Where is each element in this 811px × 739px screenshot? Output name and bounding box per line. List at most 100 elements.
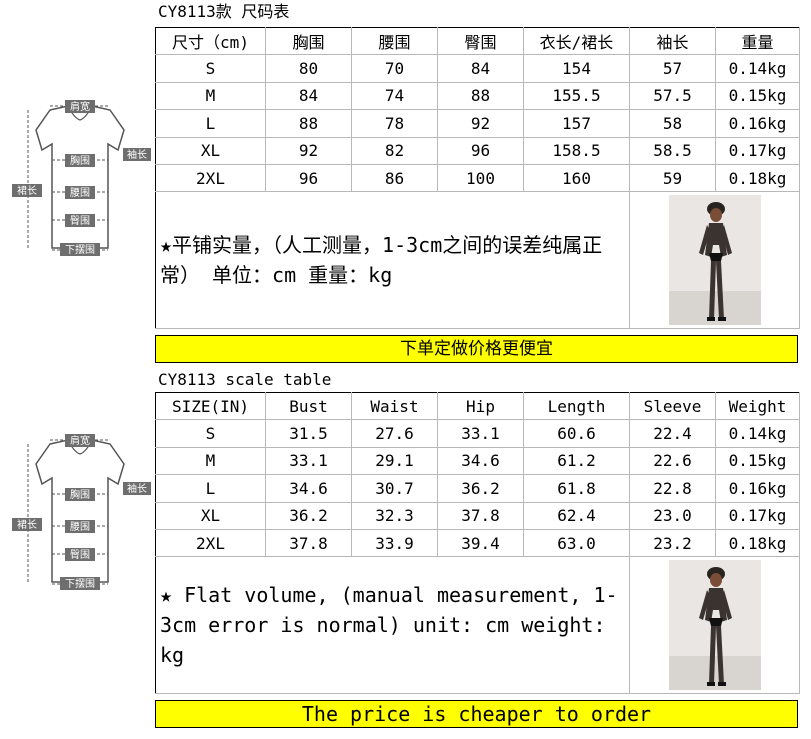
cell-waist: 33.9 [351,528,438,558]
cell-bust: 96 [265,163,352,193]
cell-waist: 32.3 [351,501,438,530]
cell-bust: 33.1 [265,446,352,476]
hem-label: 下摆围 [65,577,95,590]
chart-title-cn: CY8113款 尺码表 [158,2,290,21]
header-sleeve: 袖长 [629,26,716,56]
sleeve-label: 袖长 [127,148,147,161]
header-sleeve: Sleeve [629,391,716,421]
cell-weight: 0.15kg [715,81,800,111]
cell-bust: 36.2 [265,501,352,530]
cell-size: XL [155,136,266,165]
cell-weight: 0.15kg [715,446,800,476]
length-label: 裙长 [17,518,37,531]
dress-diagram-svg: 肩宽 袖长 胸围 裙长 腰围 臀围 下摆围 [12,100,151,256]
table-row: S 80 70 84 154 57 0.14kg [155,54,800,83]
cell-waist: 74 [351,81,438,111]
size-table-cn: 尺寸（cm) 胸围 腰围 臀围 衣长/裙长 袖长 重量 S 80 70 84 1… [155,26,800,330]
header-weight: Weight [715,391,800,421]
size-chart-en: CY8113 scale table 肩宽 袖长 胸围 裙长 腰围 臀围 下摆围 [0,368,811,739]
cell-sleeve: 59 [629,163,716,193]
header-bust: Bust [265,391,352,421]
note-row: ★ Flat volume, (manual measurement, 1-3c… [155,556,800,695]
sleeve-label: 袖长 [127,482,147,495]
order-banner: The price is cheaper to order [155,700,798,728]
size-table-en: SIZE(IN) Bust Waist Hip Length Sleeve We… [155,391,800,695]
cell-size: L [155,109,266,138]
cell-waist: 29.1 [351,446,438,476]
measurement-note: ★ Flat volume, (manual measurement, 1-3c… [155,556,630,695]
header-hip: Hip [437,391,524,421]
cell-sleeve: 58 [629,109,716,138]
cell-bust: 37.8 [265,528,352,558]
cell-hip: 100 [437,163,524,193]
cell-size: 2XL [155,163,266,193]
cell-waist: 78 [351,109,438,138]
cell-bust: 92 [265,136,352,165]
cell-hip: 36.2 [437,474,524,503]
cell-weight: 0.18kg [715,528,800,558]
header-waist: 腰围 [351,26,438,56]
cell-weight: 0.14kg [715,419,800,448]
cell-length: 155.5 [523,81,630,111]
cell-hip: 37.8 [437,501,524,530]
cell-hip: 33.1 [437,419,524,448]
table-row: S 31.5 27.6 33.1 60.6 22.4 0.14kg [155,419,800,448]
note-row: ★平铺实量，（人工测量，1-3cm之间的误差纯属正常） 单位：cm 重量：kg [155,191,800,330]
cell-sleeve: 22.8 [629,474,716,503]
shoulder-label: 肩宽 [70,100,90,113]
model-photo-cell [629,191,800,330]
cell-waist: 82 [351,136,438,165]
cell-length: 62.4 [523,501,630,530]
table-row: M 33.1 29.1 34.6 61.2 22.6 0.15kg [155,446,800,476]
header-weight: 重量 [715,26,800,56]
model-photo-icon [668,195,761,326]
cell-hip: 39.4 [437,528,524,558]
dress-diagram-svg: 肩宽 袖长 胸围 裙长 腰围 臀围 下摆围 [12,434,151,590]
table-row: 2XL 96 86 100 160 59 0.18kg [155,163,800,193]
header-waist: Waist [351,391,438,421]
cell-size: S [155,419,266,448]
cell-size: L [155,474,266,503]
cell-bust: 80 [265,54,352,83]
table-header-row: SIZE(IN) Bust Waist Hip Length Sleeve We… [155,391,800,421]
cell-weight: 0.17kg [715,136,800,165]
header-bust: 胸围 [265,26,352,56]
cell-waist: 86 [351,163,438,193]
cell-sleeve: 57 [629,54,716,83]
cell-hip: 88 [437,81,524,111]
waist-label: 腰围 [70,187,90,199]
cell-length: 157 [523,109,630,138]
measurement-note: ★平铺实量，（人工测量，1-3cm之间的误差纯属正常） 单位：cm 重量：kg [155,191,630,330]
cell-waist: 70 [351,54,438,83]
table-row: XL 92 82 96 158.5 58.5 0.17kg [155,136,800,165]
cell-length: 63.0 [523,528,630,558]
cell-size: M [155,446,266,476]
cell-length: 60.6 [523,419,630,448]
bust-label: 胸围 [70,488,90,501]
cell-bust: 34.6 [265,474,352,503]
cell-weight: 0.17kg [715,501,800,530]
hem-label: 下摆围 [65,243,95,256]
table-header-row: 尺寸（cm) 胸围 腰围 臀围 衣长/裙长 袖长 重量 [155,26,800,56]
cell-size: M [155,81,266,111]
header-size: SIZE(IN) [155,391,266,421]
cell-bust: 31.5 [265,419,352,448]
cell-sleeve: 22.6 [629,446,716,476]
cell-waist: 27.6 [351,419,438,448]
cell-sleeve: 58.5 [629,136,716,165]
cell-size: XL [155,501,266,530]
cell-length: 154 [523,54,630,83]
hip-label: 臀围 [70,215,90,227]
cell-waist: 30.7 [351,474,438,503]
waist-label: 腰围 [70,521,90,533]
cell-length: 160 [523,163,630,193]
cell-weight: 0.16kg [715,474,800,503]
hip-label: 臀围 [70,549,90,561]
cell-size: S [155,54,266,83]
model-photo-cell [629,556,800,695]
header-hip: 臀围 [437,26,524,56]
chart-title-en: CY8113 scale table [158,370,332,389]
cell-hip: 84 [437,54,524,83]
order-banner: 下单定做价格更便宜 [155,335,798,363]
table-row: 2XL 37.8 33.9 39.4 63.0 23.2 0.18kg [155,528,800,558]
